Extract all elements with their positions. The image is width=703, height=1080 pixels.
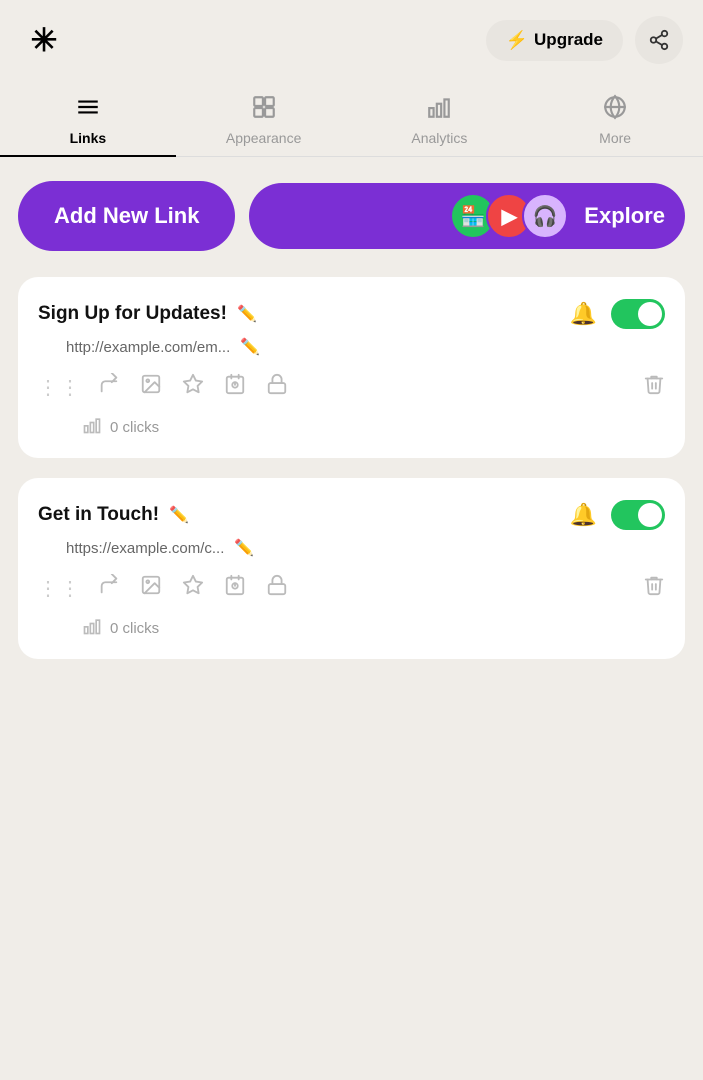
- explore-icons: 🏪 ▶ 🎧: [450, 193, 568, 239]
- card-url-row-2: https://example.com/c... ✏️: [66, 538, 665, 558]
- appearance-icon: [251, 94, 277, 124]
- star-icon-2[interactable]: [182, 574, 204, 602]
- upgrade-button[interactable]: ⚡ Upgrade: [486, 20, 623, 61]
- bolt-icon: ⚡: [506, 30, 528, 51]
- edit-title-icon-1[interactable]: ✏️: [237, 304, 257, 324]
- drag-handle-2[interactable]: ⋮⋮: [38, 576, 82, 601]
- schedule-icon-1[interactable]: [224, 373, 246, 401]
- drag-handle-1[interactable]: ⋮⋮: [38, 375, 82, 400]
- cards-container: Sign Up for Updates! ✏️ 🔔 http://example…: [0, 269, 703, 667]
- card-url-1: http://example.com/em...: [66, 339, 230, 356]
- edit-title-icon-2[interactable]: ✏️: [169, 505, 189, 525]
- add-new-link-button[interactable]: Add New Link: [18, 181, 235, 251]
- tab-links-label: Links: [70, 130, 107, 146]
- card-clicks-2: 0 clicks: [82, 616, 665, 641]
- card-header-right-2: 🔔: [570, 500, 665, 530]
- logo: ✳: [20, 16, 68, 64]
- image-icon-2[interactable]: [140, 574, 162, 602]
- schedule-icon-2[interactable]: [224, 574, 246, 602]
- links-icon: [75, 94, 101, 124]
- card-clicks-1: 0 clicks: [82, 415, 665, 440]
- card-header-2: Get in Touch! ✏️ 🔔: [38, 500, 665, 530]
- upgrade-label: Upgrade: [534, 30, 603, 50]
- tab-links[interactable]: Links: [0, 80, 176, 156]
- explore-label: Explore: [584, 203, 665, 229]
- card-url-2: https://example.com/c...: [66, 540, 224, 557]
- tab-appearance-label: Appearance: [226, 130, 302, 146]
- header-right: ⚡ Upgrade: [486, 16, 683, 64]
- card-actions-2: [98, 574, 665, 602]
- card-title-2: Get in Touch!: [38, 504, 159, 526]
- delete-icon-2[interactable]: [643, 574, 665, 602]
- add-new-link-label: Add New Link: [54, 203, 199, 228]
- clicks-label-2: 0 clicks: [110, 620, 159, 637]
- card-title-1: Sign Up for Updates!: [38, 303, 227, 325]
- link-card-1: Sign Up for Updates! ✏️ 🔔 http://example…: [18, 277, 685, 458]
- share-button[interactable]: [635, 16, 683, 64]
- header: ✳ ⚡ Upgrade: [0, 0, 703, 80]
- clicks-chart-icon-2: [82, 616, 102, 641]
- toggle-1[interactable]: [611, 299, 665, 329]
- redirect-icon-1[interactable]: [98, 373, 120, 401]
- tab-appearance[interactable]: Appearance: [176, 80, 352, 156]
- card-title-row-2: Get in Touch! ✏️: [38, 504, 189, 526]
- card-title-row-1: Sign Up for Updates! ✏️: [38, 303, 257, 325]
- tab-more[interactable]: More: [527, 80, 703, 156]
- card-header-1: Sign Up for Updates! ✏️ 🔔: [38, 299, 665, 329]
- share-icon: [648, 29, 670, 51]
- explore-icon-headphone: 🎧: [522, 193, 568, 239]
- bell-icon-1[interactable]: 🔔: [570, 301, 597, 327]
- card-url-row-1: http://example.com/em... ✏️: [66, 337, 665, 357]
- card-body-1: ⋮⋮: [38, 373, 665, 401]
- redirect-icon-2[interactable]: [98, 574, 120, 602]
- card-body-2: ⋮⋮: [38, 574, 665, 602]
- clicks-chart-icon-1: [82, 415, 102, 440]
- clicks-label-1: 0 clicks: [110, 419, 159, 436]
- delete-icon-1[interactable]: [643, 373, 665, 401]
- tab-analytics-label: Analytics: [411, 130, 467, 146]
- star-icon-1[interactable]: [182, 373, 204, 401]
- action-row: Add New Link 🏪 ▶ 🎧 Explore: [0, 157, 703, 269]
- lock-icon-2[interactable]: [266, 574, 288, 602]
- link-card-2: Get in Touch! ✏️ 🔔 https://example.com/c…: [18, 478, 685, 659]
- tab-analytics[interactable]: Analytics: [352, 80, 528, 156]
- more-icon: [602, 94, 628, 124]
- card-actions-1: [98, 373, 665, 401]
- card-header-right-1: 🔔: [570, 299, 665, 329]
- bell-icon-2[interactable]: 🔔: [570, 502, 597, 528]
- edit-url-icon-2[interactable]: ✏️: [234, 538, 254, 558]
- lock-icon-1[interactable]: [266, 373, 288, 401]
- nav-tabs: Links Appearance Analytics More: [0, 80, 703, 157]
- toggle-2[interactable]: [611, 500, 665, 530]
- tab-more-label: More: [599, 130, 631, 146]
- analytics-icon: [426, 94, 452, 124]
- image-icon-1[interactable]: [140, 373, 162, 401]
- explore-button[interactable]: 🏪 ▶ 🎧 Explore: [249, 183, 685, 249]
- edit-url-icon-1[interactable]: ✏️: [240, 337, 260, 357]
